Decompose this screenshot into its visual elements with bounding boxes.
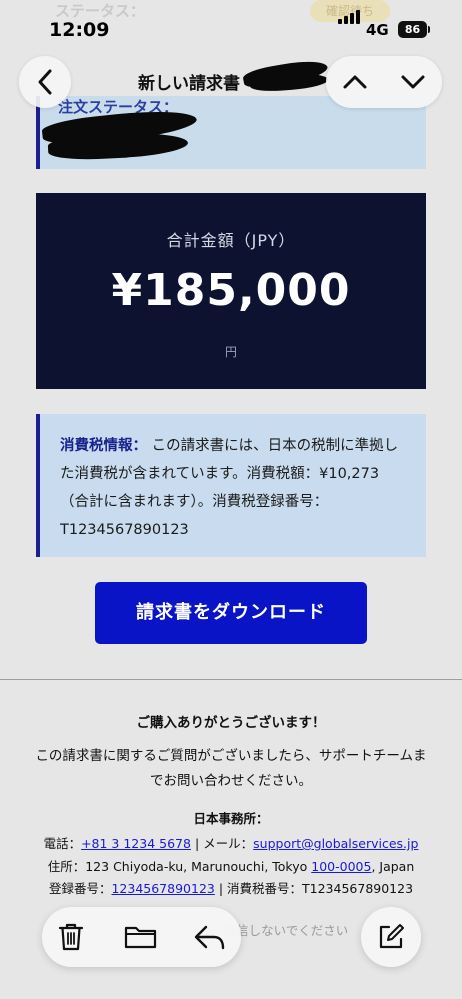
- registration-label: 登録番号：: [48, 881, 112, 896]
- folder-icon: [124, 926, 157, 949]
- email-link[interactable]: support@globalservices.jp: [253, 836, 418, 851]
- address-label: 住所：123 Chiyoda-ku, Marunouchi, Tokyo: [47, 859, 312, 874]
- contact-line-address: 住所：123 Chiyoda-ku, Marunouchi, Tokyo 100…: [0, 856, 462, 875]
- reply-button[interactable]: [182, 907, 240, 967]
- phone-link[interactable]: +81 3 1234 5678: [81, 836, 191, 851]
- total-amount-box: 合計金額（JPY） ¥185,000 円: [36, 193, 426, 389]
- tax-registration: | 消費税番号：T1234567890123: [214, 881, 414, 896]
- thanks-message: ご購入ありがとうございます！: [136, 715, 326, 731]
- mail-toolbar: [42, 907, 241, 967]
- compose-button[interactable]: [361, 907, 421, 967]
- reply-icon: [194, 925, 225, 950]
- divider: [0, 679, 462, 680]
- total-label: 合計金額（JPY）: [166, 231, 296, 250]
- trash-icon: [58, 923, 84, 951]
- back-button[interactable]: [19, 56, 71, 108]
- postal-code-link[interactable]: 100-0005: [311, 859, 371, 874]
- compose-icon: [379, 924, 404, 949]
- next-message-button[interactable]: [384, 56, 442, 108]
- previous-message-button[interactable]: [326, 56, 384, 108]
- nav-title: 新しい請求書: [138, 74, 240, 94]
- move-to-folder-button[interactable]: [112, 907, 170, 967]
- phone-label: 電話：: [43, 836, 82, 851]
- chevron-left-icon: [38, 69, 52, 95]
- chevron-down-icon: [401, 75, 425, 89]
- total-unit: 円: [224, 345, 237, 359]
- tax-info-box: 消費税情報： この請求書には、日本の税制に準拠した消費税が含まれています。消費税…: [36, 414, 426, 557]
- mail-label: | メール：: [190, 836, 254, 851]
- clock: 12:09: [49, 19, 110, 41]
- network-type: 4G: [366, 21, 389, 39]
- battery-icon: 86: [398, 21, 427, 38]
- status-bar: 12:09 4G 86: [0, 0, 462, 50]
- contact-line-phone: 電話：+81 3 1234 5678 | メール：support@globals…: [0, 833, 462, 852]
- battery-tip: [428, 26, 430, 33]
- support-message: この請求書に関するご質問がございましたら、サポートチームまでお問い合わせください…: [35, 748, 427, 789]
- email-body: ステータス： 確認待ち 注文ステータス： 合計金額（JPY） ¥185,000 …: [0, 0, 462, 999]
- office-title: 日本事務所：: [193, 811, 269, 826]
- contact-line-registration: 登録番号：1234567890123 | 消費税番号：T123456789012…: [0, 878, 462, 897]
- tax-info-title: 消費税情報：: [60, 438, 147, 454]
- message-nav-group: [326, 56, 442, 108]
- download-invoice-button[interactable]: 請求書をダウンロード: [95, 582, 367, 644]
- chevron-up-icon: [343, 75, 367, 89]
- total-amount: ¥185,000: [111, 265, 351, 316]
- registration-number-link[interactable]: 1234567890123: [111, 881, 214, 896]
- delete-button[interactable]: [42, 907, 100, 967]
- address-tail: , Japan: [371, 859, 415, 874]
